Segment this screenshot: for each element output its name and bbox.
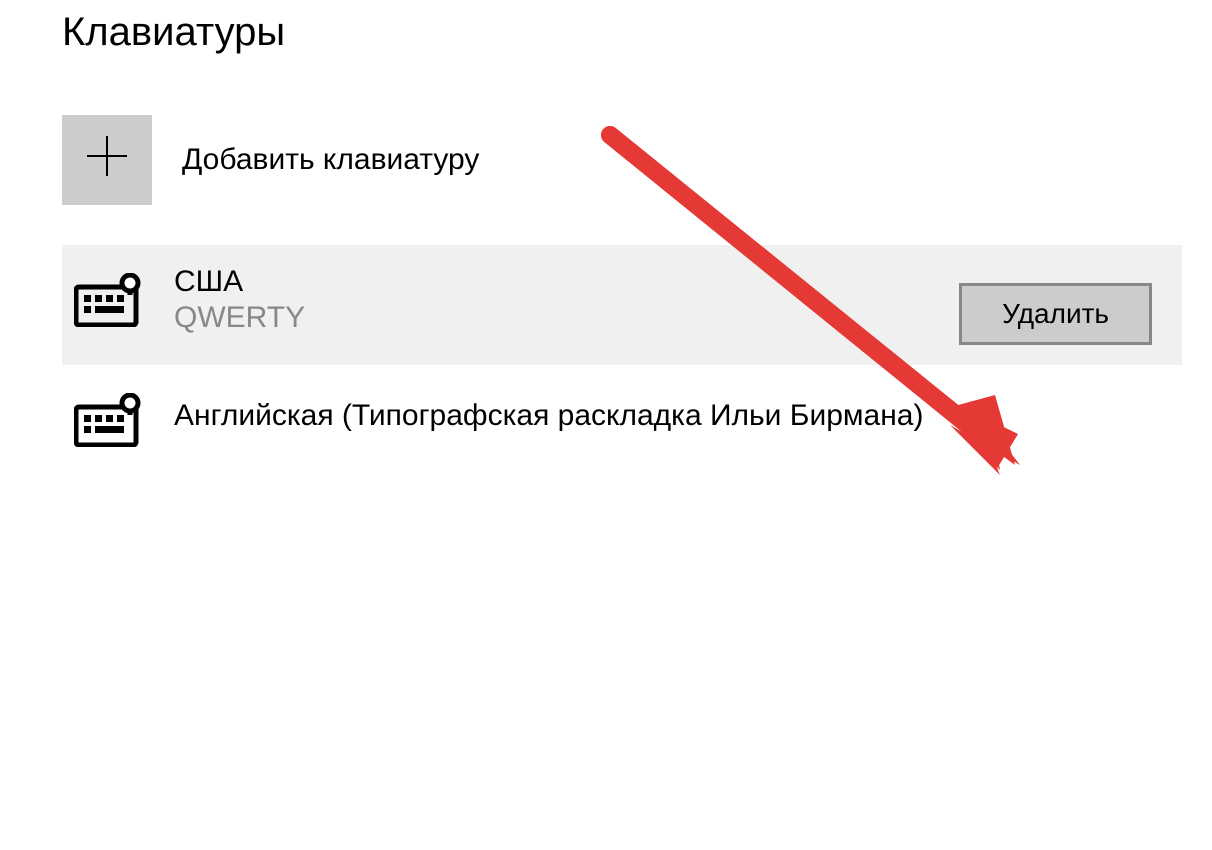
keyboard-info: США QWERTY bbox=[174, 265, 305, 335]
add-keyboard-button[interactable]: Добавить клавиатуру bbox=[62, 115, 479, 205]
section-title: Клавиатуры bbox=[62, 10, 1182, 55]
keyboard-info: Английская (Типографская раскладка Ильи … bbox=[174, 399, 923, 433]
keyboard-name: США bbox=[174, 265, 305, 299]
plus-icon-box bbox=[62, 115, 152, 205]
keyboard-item-usa[interactable]: США QWERTY Удалить bbox=[62, 245, 1182, 365]
add-keyboard-label: Добавить клавиатуру bbox=[182, 143, 479, 177]
keyboard-icon bbox=[74, 273, 144, 327]
plus-icon bbox=[85, 134, 129, 187]
keyboard-layout: QWERTY bbox=[174, 301, 305, 335]
keyboard-name: Английская (Типографская раскладка Ильи … bbox=[174, 399, 923, 433]
keyboard-item-english-birman[interactable]: Английская (Типографская раскладка Ильи … bbox=[62, 385, 1182, 447]
delete-button[interactable]: Удалить bbox=[959, 283, 1152, 345]
keyboard-icon bbox=[74, 393, 144, 447]
